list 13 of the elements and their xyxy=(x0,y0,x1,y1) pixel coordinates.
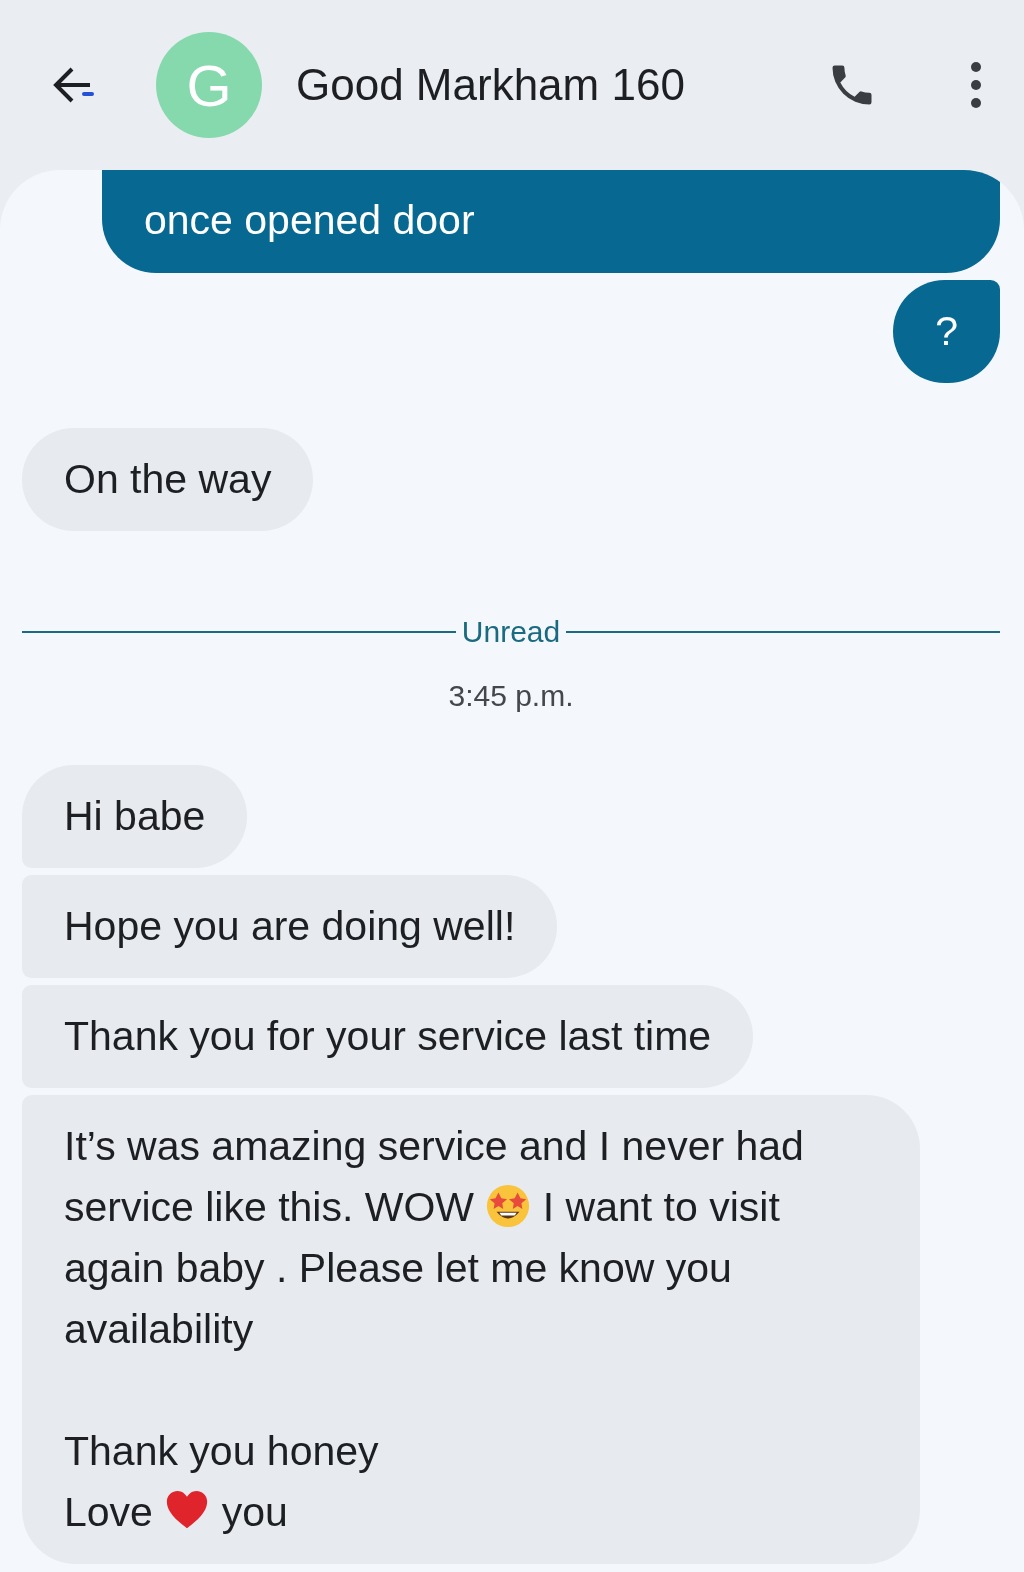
unread-divider-label: Unread xyxy=(461,615,561,649)
contact-avatar[interactable]: G xyxy=(156,32,262,138)
message-timestamp: 3:45 p.m. xyxy=(448,679,574,713)
received-message-bubble: Hi babe xyxy=(22,765,248,868)
sent-message-bubble: once opened door xyxy=(102,170,1000,273)
received-message-bubble: It’s was amazing service and I never had service like this. WOW I want to visit again baby . Please let me know you availability Thank you honey Love you xyxy=(22,1095,920,1564)
received-message-bubble: On the way xyxy=(22,428,314,531)
star-eyes-emoji-icon xyxy=(485,1183,532,1229)
more-options-button[interactable] xyxy=(968,61,984,109)
contact-name: Good Markham 160 xyxy=(296,60,686,110)
received-message-bubble: Thank you for your service last time xyxy=(22,985,754,1088)
sent-message-bubble: ? xyxy=(893,280,1000,383)
received-message-bubble: Hope you are doing well! xyxy=(22,875,558,978)
